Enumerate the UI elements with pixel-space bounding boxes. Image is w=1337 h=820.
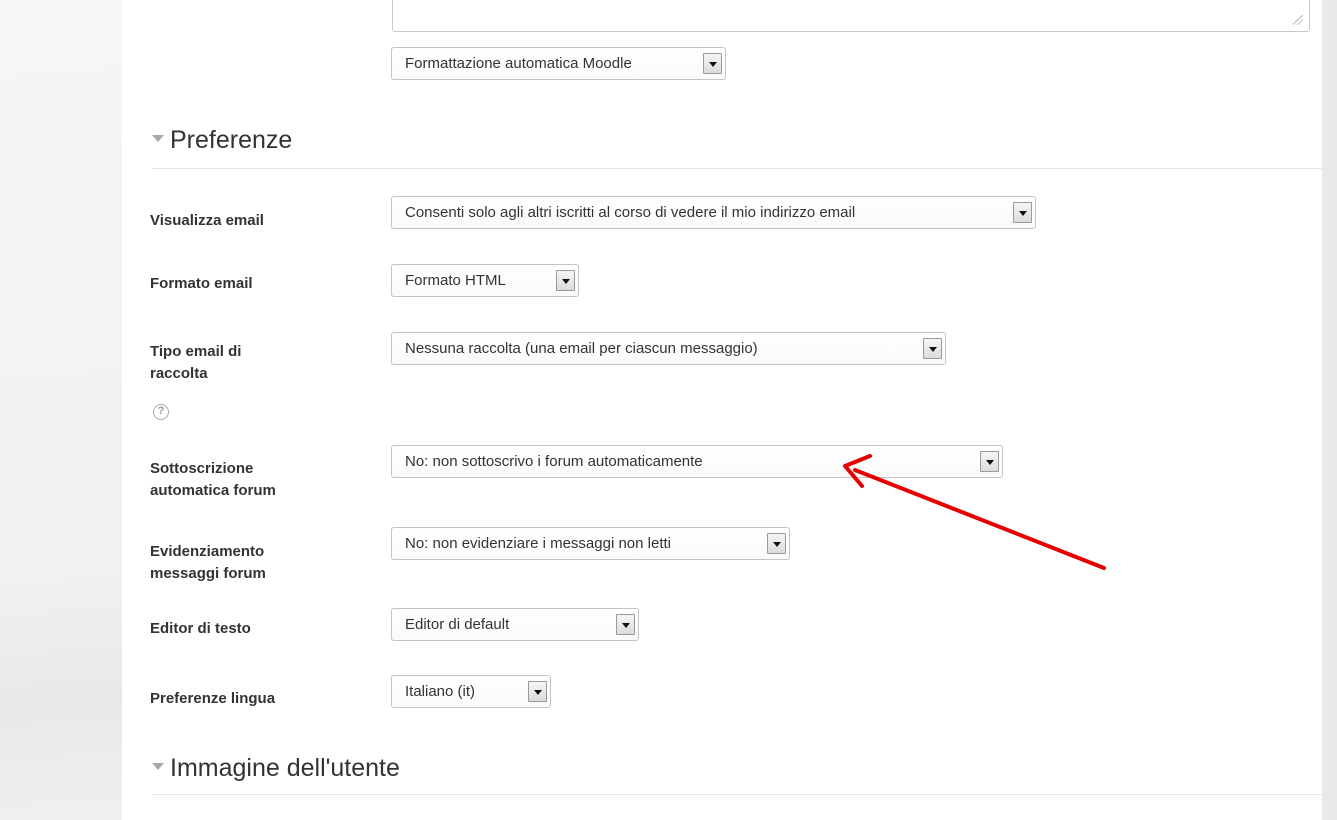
email-format-select[interactable]: Formato HTML xyxy=(391,264,579,297)
section-user-image-title: Immagine dell'utente xyxy=(170,754,400,782)
auto-subscribe-select[interactable]: No: non sottoscrivo i forum automaticame… xyxy=(391,445,1003,478)
email-format-label: Formato email xyxy=(150,275,253,292)
digest-type-value: Nessuna raccolta (una email per ciascun … xyxy=(405,340,758,357)
chevron-down-icon[interactable] xyxy=(616,614,635,635)
text-format-value: Formattazione automatica Moodle xyxy=(405,55,632,72)
section-divider xyxy=(152,794,1322,795)
email-display-select[interactable]: Consenti solo agli altri iscritti al cor… xyxy=(391,196,1036,229)
chevron-down-icon[interactable] xyxy=(1013,202,1032,223)
email-display-label: Visualizza email xyxy=(150,212,264,229)
track-forums-label: Evidenziamento messaggi forum xyxy=(150,543,266,582)
description-textarea[interactable] xyxy=(392,0,1310,32)
page-background-left xyxy=(0,0,122,820)
text-format-select[interactable]: Formattazione automatica Moodle xyxy=(391,47,726,80)
text-editor-label: Editor di testo xyxy=(150,620,251,637)
chevron-down-icon[interactable] xyxy=(767,533,786,554)
question-circle-icon[interactable]: ? xyxy=(153,404,169,420)
text-editor-select[interactable]: Editor di default xyxy=(391,608,639,641)
section-preferences[interactable]: Preferenze xyxy=(152,126,292,155)
email-format-value: Formato HTML xyxy=(405,272,506,289)
triangle-down-icon[interactable] xyxy=(152,762,164,770)
track-forums-select[interactable]: No: non evidenziare i messaggi non letti xyxy=(391,527,790,560)
digest-type-select[interactable]: Nessuna raccolta (una email per ciascun … xyxy=(391,332,946,365)
section-divider xyxy=(152,168,1322,169)
email-display-value: Consenti solo agli altri iscritti al cor… xyxy=(405,204,856,221)
language-label: Preferenze lingua xyxy=(150,690,276,707)
section-user-image[interactable]: Immagine dell'utente xyxy=(152,754,400,783)
auto-subscribe-value: No: non sottoscrivo i forum automaticame… xyxy=(405,453,703,470)
section-preferences-title: Preferenze xyxy=(170,126,293,154)
chevron-down-icon[interactable] xyxy=(703,53,722,74)
chevron-down-icon[interactable] xyxy=(556,270,575,291)
page-background-right xyxy=(1322,0,1337,820)
resize-grip-icon[interactable] xyxy=(1293,15,1303,25)
language-select[interactable]: Italiano (it) xyxy=(391,675,551,708)
chevron-down-icon[interactable] xyxy=(923,338,942,359)
chevron-down-icon[interactable] xyxy=(980,451,999,472)
triangle-down-icon[interactable] xyxy=(152,134,164,142)
track-forums-value: No: non evidenziare i messaggi non letti xyxy=(405,535,671,552)
language-value: Italiano (it) xyxy=(405,683,476,700)
text-editor-value: Editor di default xyxy=(405,616,510,633)
auto-subscribe-label: Sottoscrizione automatica forum xyxy=(150,460,276,499)
digest-type-label: Tipo email di raccolta xyxy=(150,343,242,382)
chevron-down-icon[interactable] xyxy=(528,681,547,702)
